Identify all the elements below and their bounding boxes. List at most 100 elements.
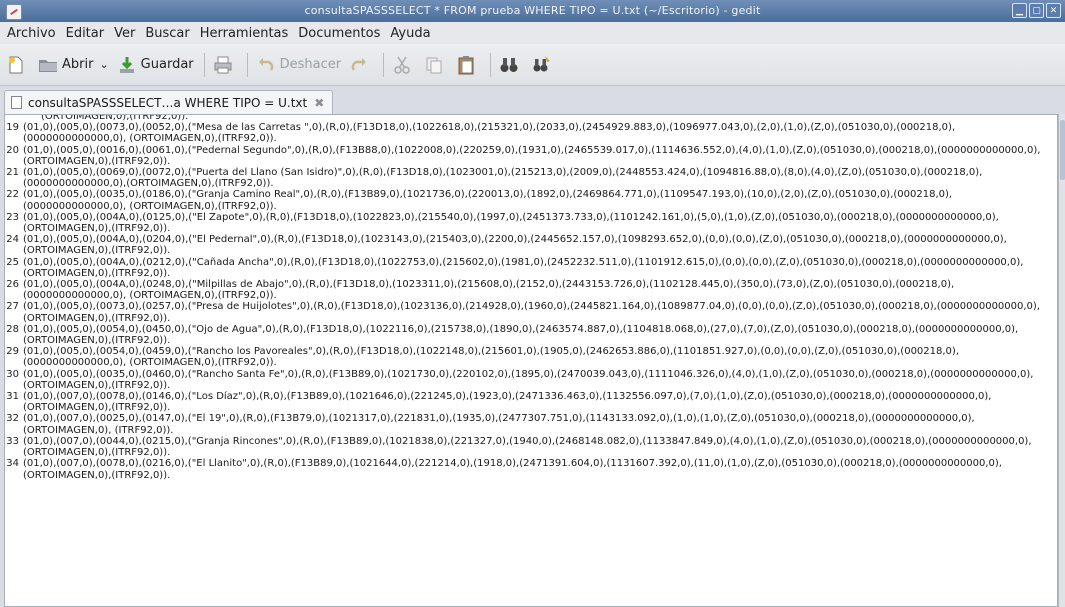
line-number: 25 [6, 256, 19, 268]
code-line: 19 (01,0),(005,0),(0073,0),(0052,0),("Mes… [5, 122, 1057, 144]
save-button[interactable]: Guardar [117, 52, 194, 78]
continuation-line: (ORTOIMAGEN,0),(ITRF92,0)). [5, 114, 1057, 122]
code-line: 23 (01,0),(005,0),(004A,0),(0125,0),("El … [5, 212, 1057, 234]
line-number: 24 [6, 234, 19, 246]
redo-icon [349, 55, 369, 75]
text-editor[interactable]: (ORTOIMAGEN,0),(ITRF92,0)). 19 (01,0),(00… [4, 114, 1058, 607]
line-number: 32 [6, 413, 19, 425]
code-line: 24 (01,0),(005,0),(004A,0),(0204,0),("El … [5, 234, 1057, 256]
scissors-icon [392, 55, 412, 75]
code-line: 33 (01,0),(007,0),(0044,0),(0215,0),("Gra… [5, 436, 1057, 458]
copy-button[interactable] [424, 52, 448, 78]
code-line: 30 (01,0),(005,0),(0035,0),(0460,0),("Ran… [5, 369, 1057, 391]
print-button[interactable] [213, 52, 237, 78]
close-window-button[interactable]: ✕ [1046, 3, 1061, 18]
find-replace-button[interactable] [531, 52, 555, 78]
find-replace-icon [531, 55, 551, 75]
line-number: 22 [6, 189, 19, 201]
tab-label: consultaSPASSSELECT…a WHERE TIPO = U.txt [28, 95, 308, 110]
menu-item-ayuda[interactable]: Ayuda [385, 26, 435, 41]
menu-item-buscar[interactable]: Buscar [140, 26, 194, 41]
toolbar: Abrir ⌄ Guardar Deshacer [0, 44, 1065, 86]
copy-icon [424, 55, 444, 75]
line-text: (01,0),(005,0),(004A,0),(0204,0),("El Pe… [23, 234, 1007, 257]
line-text: (01,0),(007,0),(0044,0),(0215,0),("Granj… [23, 435, 1032, 459]
save-icon [117, 55, 137, 75]
menu-item-documentos[interactable]: Documentos [293, 26, 385, 41]
redo-button[interactable] [349, 52, 373, 78]
line-text: (01,0),(005,0),(0073,0),(0052,0),("Mesa … [23, 122, 956, 145]
line-number: 19 [6, 122, 19, 134]
toolbar-separator [490, 52, 492, 77]
code-line: 32 (01,0),(007,0),(0025,0),(0147,0),("El … [5, 413, 1057, 435]
tab-bar: consultaSPASSSELECT…a WHERE TIPO = U.txt… [0, 86, 1065, 114]
code-line: 22 (01,0),(005,0),(0035,0),(0186,0),("Gra… [5, 189, 1057, 211]
menu-item-ver[interactable]: Ver [109, 26, 140, 41]
paste-button[interactable] [456, 52, 480, 78]
code-line: 34 (01,0),(007,0),(0078,0),(0216,0),("El … [5, 458, 1057, 480]
line-text: (01,0),(005,0),(0054,0),(0450,0),("Ojo d… [23, 323, 1019, 347]
find-button[interactable] [499, 52, 523, 78]
toolbar-separator [203, 52, 205, 77]
line-number: 30 [6, 368, 19, 380]
editor-lines: (ORTOIMAGEN,0),(ITRF92,0)). 19 (01,0),(00… [5, 114, 1057, 481]
open-label: Abrir [62, 57, 94, 72]
printer-icon [213, 55, 233, 75]
new-document-icon [6, 55, 26, 75]
menu-item-editar[interactable]: Editar [61, 26, 110, 41]
line-text: (01,0),(007,0),(0025,0),(0147,0),("El 19… [23, 413, 975, 436]
line-text: (01,0),(007,0),(0078,0),(0146,0),("Los D… [23, 391, 992, 414]
undo-button[interactable]: Deshacer [256, 52, 341, 78]
minimize-button[interactable]: ▁ [1012, 3, 1027, 18]
line-number: 23 [6, 211, 19, 223]
line-text: (01,0),(005,0),(0054,0),(0459,0),("Ranch… [23, 346, 959, 369]
code-line: 20 (01,0),(005,0),(0016,0),(0061,0),("Ped… [5, 145, 1057, 167]
line-text: (01,0),(005,0),(0035,0),(0460,0),("Ranch… [23, 368, 1034, 391]
line-text: (01,0),(005,0),(0035,0),(0186,0),("Granj… [23, 189, 953, 212]
code-line: 26 (01,0),(005,0),(004A,0),(0248,0),("Mil… [5, 279, 1057, 301]
line-number: 27 [6, 301, 19, 313]
menu-item-herramientas[interactable]: Herramientas [195, 26, 294, 41]
line-number: 26 [6, 279, 19, 291]
window-title: consultaSPASSSELECT * FROM prueba WHERE … [304, 4, 761, 17]
code-line: 31 (01,0),(007,0),(0078,0),(0146,0),("Los… [5, 391, 1057, 413]
cut-button[interactable] [392, 52, 416, 78]
line-number: 29 [6, 346, 19, 358]
vertical-scrollbar[interactable] [1058, 114, 1065, 607]
save-label: Guardar [140, 57, 194, 72]
undo-label: Deshacer [279, 57, 342, 72]
code-line: 21 (01,0),(005,0),(0069,0),(0072,0),("Pue… [5, 167, 1057, 189]
line-number: 31 [6, 391, 19, 403]
line-number: 20 [6, 144, 19, 156]
maximize-button[interactable]: ▢ [1029, 3, 1044, 18]
menu-item-archivo[interactable]: Archivo [2, 26, 61, 41]
code-line: 25 (01,0),(005,0),(004A,0),(0212,0),("Cañ… [5, 257, 1057, 279]
folder-icon [38, 55, 58, 75]
toolbar-separator [246, 52, 248, 77]
close-tab-icon[interactable]: ✖ [314, 96, 324, 110]
document-tab[interactable]: consultaSPASSSELECT…a WHERE TIPO = U.txt… [4, 90, 334, 114]
line-text: (01,0),(005,0),(004A,0),(0125,0),("El Za… [23, 211, 999, 235]
line-text: (01,0),(005,0),(0016,0),(0061,0),("Peder… [23, 144, 1041, 167]
code-line: 29 (01,0),(005,0),(0054,0),(0459,0),("Ran… [5, 346, 1057, 368]
window-controls: ▁ ▢ ✕ [1012, 3, 1061, 18]
binoculars-icon [499, 55, 519, 75]
code-line: 27 (01,0),(005,0),(0073,0),(0257,0),("Pre… [5, 301, 1057, 323]
top-fragment-text: (ORTOIMAGEN,0),(ITRF92,0)). [41, 114, 189, 122]
open-button[interactable]: Abrir ⌄ [38, 52, 109, 78]
open-dropdown-icon[interactable]: ⌄ [99, 58, 108, 71]
line-number: 34 [6, 458, 19, 470]
paste-icon [456, 55, 476, 75]
line-text: (01,0),(005,0),(004A,0),(0248,0),("Milpi… [23, 279, 955, 302]
code-line: 28 (01,0),(005,0),(0054,0),(0450,0),("Ojo… [5, 324, 1057, 346]
line-number: 21 [6, 167, 19, 179]
new-document-button[interactable] [6, 52, 30, 78]
line-text: (01,0),(005,0),(004A,0),(0212,0),("Cañad… [23, 256, 1024, 279]
toolbar-separator [383, 52, 385, 77]
menu-bar: Archivo Editar Ver Buscar Herramientas Docume… [0, 22, 1065, 44]
undo-icon [256, 55, 276, 75]
title-bar: consultaSPASSSELECT * FROM prueba WHERE … [0, 0, 1065, 22]
line-text: (01,0),(005,0),(0069,0),(0072,0),("Puert… [23, 167, 983, 190]
line-number: 28 [6, 323, 19, 335]
scrollbar-thumb[interactable] [1060, 120, 1065, 180]
